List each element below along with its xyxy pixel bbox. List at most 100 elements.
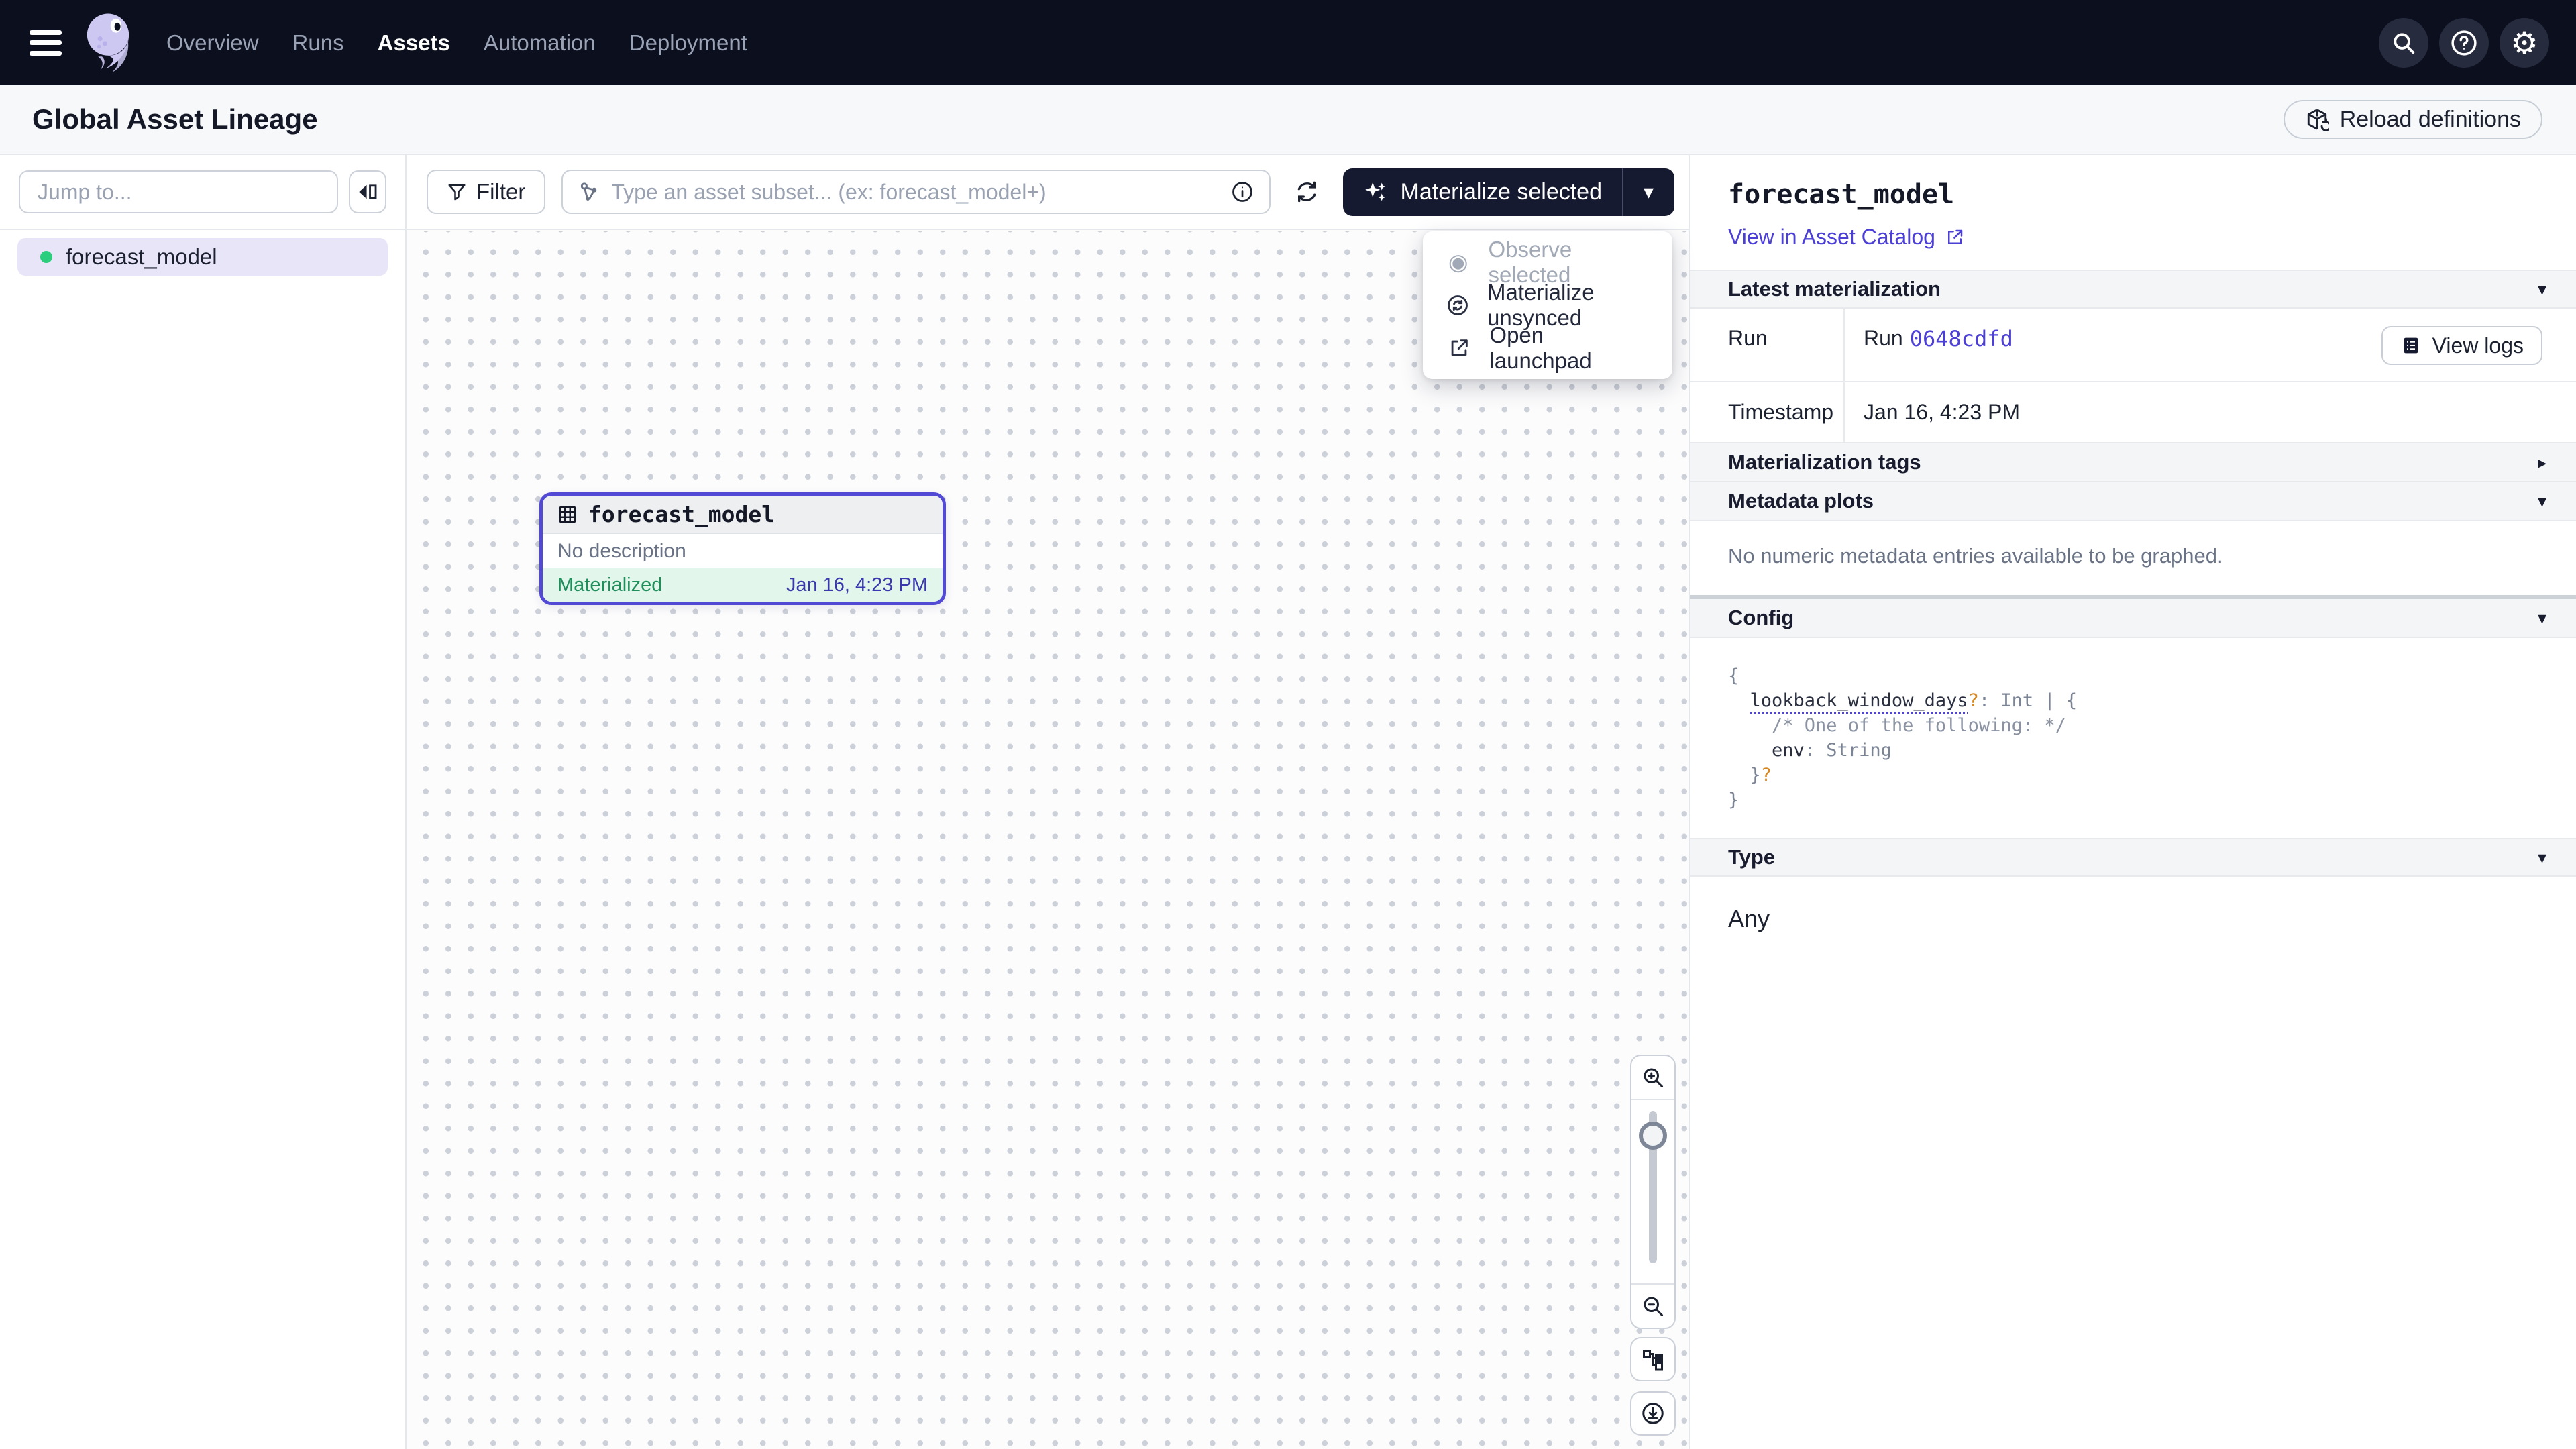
zoom-out-button[interactable] — [1631, 1285, 1674, 1328]
top-nav: Overview Runs Assets Automation Deployme… — [0, 0, 2576, 85]
gear-icon: ⚙ — [2510, 28, 2538, 58]
view-logs-icon — [2400, 335, 2422, 356]
collapse-panel-icon — [356, 180, 379, 203]
dagster-logo-icon[interactable] — [78, 11, 138, 74]
config-line: lookback_window_days?: Int | { — [1728, 688, 2538, 713]
page-header: Global Asset Lineage Reload definitions — [0, 85, 2576, 155]
menu-item-materialize-unsynced[interactable]: Materialize unsynced — [1423, 284, 1672, 327]
asset-node-title: forecast_model — [588, 501, 775, 527]
caret-down-icon: ▾ — [2538, 608, 2546, 629]
metadata-empty-message: No numeric metadata entries available to… — [1690, 521, 2576, 599]
section-label: Latest materialization — [1728, 277, 1941, 301]
caret-right-icon: ▸ — [2538, 452, 2546, 473]
nav-item-runs[interactable]: Runs — [292, 30, 344, 56]
catalog-link-label: View in Asset Catalog — [1728, 225, 1935, 250]
menu-item-open-launchpad[interactable]: Open launchpad — [1423, 327, 1672, 370]
zoom-in-button[interactable] — [1631, 1056, 1674, 1099]
open-launchpad-icon — [1446, 337, 1472, 360]
config-schema-code: { lookback_window_days?: Int | { /* One … — [1690, 638, 2576, 838]
details-header: forecast_model View in Asset Catalog — [1690, 155, 2576, 270]
view-logs-button[interactable]: View logs — [2381, 326, 2542, 365]
config-line: { — [1728, 663, 2538, 688]
run-row-label: Run — [1690, 309, 1845, 381]
sparkles-icon — [1363, 179, 1389, 205]
config-line: /* One of the following: */ — [1728, 713, 2538, 738]
asset-node-description: No description — [543, 534, 943, 568]
filter-label: Filter — [476, 179, 525, 205]
section-label: Type — [1728, 845, 1775, 869]
section-type[interactable]: Type ▾ — [1690, 838, 2576, 877]
view-logs-label: View logs — [2432, 333, 2524, 358]
collapse-sidebar-button[interactable] — [349, 170, 386, 213]
asset-node-forecast-model[interactable]: forecast_model No description Materializ… — [539, 492, 946, 605]
section-metadata-plots[interactable]: Metadata plots ▾ — [1690, 482, 2576, 521]
caret-down-icon: ▾ — [2538, 847, 2546, 868]
run-id-link[interactable]: 0648cdfd — [1910, 326, 2013, 352]
help-button[interactable] — [2439, 18, 2489, 68]
reload-definitions-button[interactable]: Reload definitions — [2284, 100, 2542, 139]
asset-node-header: forecast_model — [543, 496, 943, 534]
zoom-controls — [1630, 1055, 1676, 1329]
graph-layout-icon — [1641, 1347, 1665, 1371]
details-asset-title: forecast_model — [1728, 179, 2538, 210]
info-icon[interactable] — [1230, 180, 1254, 204]
table-icon — [557, 504, 578, 525]
run-prefix: Run — [1864, 326, 1903, 351]
section-materialization-tags[interactable]: Materialization tags ▸ — [1690, 443, 2576, 482]
asset-list-item-forecast-model[interactable]: forecast_model — [17, 238, 388, 276]
section-label: Metadata plots — [1728, 489, 1874, 513]
materialize-dropdown-toggle[interactable]: ▾ — [1622, 168, 1674, 216]
top-nav-actions: ⚙ — [2379, 18, 2549, 68]
reload-definitions-label: Reload definitions — [2340, 107, 2521, 133]
materialize-unsynced-icon — [1446, 293, 1470, 317]
content: forecast_model Filter — [0, 155, 2576, 1449]
lineage-canvas-panel: Filter — [407, 155, 1689, 1449]
filter-button[interactable]: Filter — [427, 170, 545, 214]
section-config[interactable]: Config ▾ — [1690, 599, 2576, 638]
settings-button[interactable]: ⚙ — [2500, 18, 2549, 68]
caret-down-icon: ▾ — [2538, 279, 2546, 300]
external-link-icon — [1945, 227, 1965, 248]
zoom-in-icon — [1641, 1065, 1665, 1089]
nav-item-assets[interactable]: Assets — [378, 30, 450, 56]
asset-subset-input[interactable] — [611, 180, 1219, 205]
zoom-slider-handle[interactable] — [1639, 1122, 1667, 1150]
download-image-button[interactable] — [1630, 1391, 1676, 1436]
lineage-graph-canvas[interactable]: forecast_model No description Materializ… — [407, 231, 1689, 1449]
config-field-name: env — [1772, 740, 1805, 761]
timestamp-row-label: Timestamp — [1690, 382, 1845, 442]
timestamp-row-value: Jan 16, 4:23 PM — [1845, 382, 2576, 442]
rearrange-layout-button[interactable] — [1630, 1337, 1676, 1381]
global-asset-lineage-page: Overview Runs Assets Automation Deployme… — [0, 0, 2576, 1449]
menu-item-label: Open launchpad — [1489, 323, 1650, 374]
refresh-button[interactable] — [1287, 172, 1327, 212]
section-label: Config — [1728, 606, 1794, 630]
jump-to-input[interactable] — [19, 170, 338, 213]
materialize-selected-button[interactable]: Materialize selected — [1343, 168, 1622, 216]
hamburger-menu-icon[interactable] — [30, 30, 62, 56]
help-icon — [2449, 28, 2479, 58]
timestamp-row: Timestamp Jan 16, 4:23 PM — [1690, 382, 2576, 443]
download-icon — [1640, 1401, 1666, 1426]
zoom-slider[interactable] — [1631, 1099, 1674, 1285]
caret-down-icon: ▾ — [2538, 491, 2546, 512]
canvas-toolbar: Filter — [407, 155, 1689, 230]
search-icon — [2391, 30, 2416, 56]
search-button[interactable] — [2379, 18, 2428, 68]
materialize-split-button: Materialize selected ▾ — [1343, 168, 1674, 216]
reload-definitions-icon — [2305, 107, 2329, 131]
caret-down-icon: ▾ — [1644, 180, 1654, 204]
observe-icon: ◉ — [1446, 249, 1470, 276]
asset-node-status: Materialized — [557, 574, 662, 596]
config-line: } — [1728, 788, 2538, 812]
run-row: Run Run 0648cdfd — [1690, 309, 2576, 382]
primary-nav: Overview Runs Assets Automation Deployme… — [166, 30, 747, 56]
sidebar-search-row — [0, 155, 405, 230]
menu-item-observe-selected: ◉ Observe selected — [1423, 241, 1672, 284]
nav-item-deployment[interactable]: Deployment — [629, 30, 747, 56]
nav-item-overview[interactable]: Overview — [166, 30, 259, 56]
view-in-asset-catalog-link[interactable]: View in Asset Catalog — [1728, 225, 1965, 250]
section-latest-materialization[interactable]: Latest materialization ▾ — [1690, 270, 2576, 309]
nav-item-automation[interactable]: Automation — [484, 30, 596, 56]
config-field-name: lookback_window_days — [1750, 690, 1968, 711]
